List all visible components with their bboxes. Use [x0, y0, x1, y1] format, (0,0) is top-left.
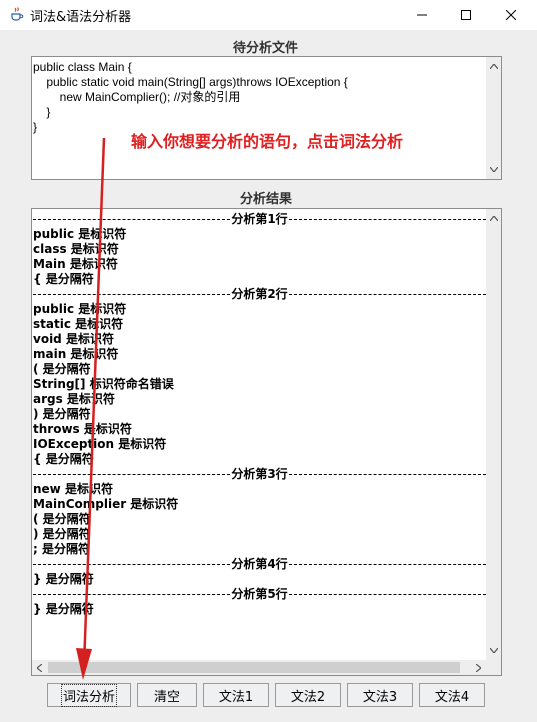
token-result-line: void 是标识符: [33, 332, 114, 346]
token-result-line: ( 是分隔符: [33, 362, 91, 376]
token-result-line: } 是分隔符: [33, 602, 94, 616]
grammar2-label: 文法2: [290, 689, 326, 705]
source-code-text[interactable]: public class Main { public static void m…: [33, 60, 485, 135]
source-code-line: public static void main(String[] args)th…: [33, 75, 348, 89]
source-code-line: public class Main {: [33, 60, 132, 74]
token-result-line: String[] 标识符命名错误: [33, 377, 174, 391]
token-result-line: class 是标识符: [33, 242, 119, 256]
scroll-down-arrow-icon[interactable]: [486, 643, 501, 658]
grammar1-label: 文法1: [218, 689, 254, 705]
close-icon: [506, 10, 516, 20]
token-result-line: ; 是分隔符: [33, 542, 90, 556]
token-result-line: { 是分隔符: [33, 272, 94, 286]
source-vertical-scrollbar[interactable]: [486, 57, 501, 179]
line-separator: 分析第5行: [33, 587, 486, 602]
token-result-line: IOException 是标识符: [33, 437, 167, 451]
token-result-line: ) 是分隔符: [33, 407, 91, 421]
source-code-line: }: [33, 105, 51, 119]
horizontal-scroll-thumb[interactable]: [48, 662, 460, 673]
token-result-line: throws 是标识符: [33, 422, 132, 436]
line-separator: 分析第2行: [33, 287, 486, 302]
source-section-label: 待分析文件: [233, 41, 299, 56]
token-result-line: ) 是分隔符: [33, 527, 91, 541]
token-result-line: Main 是标识符: [33, 257, 118, 271]
scroll-right-arrow-icon[interactable]: [471, 660, 486, 675]
line-header-label: 分析第5行: [231, 587, 288, 601]
result-vertical-scrollbar[interactable]: [486, 209, 501, 660]
line-header-label: 分析第4行: [231, 557, 288, 571]
line-header-label: 分析第1行: [231, 212, 288, 226]
maximize-icon: [461, 10, 471, 20]
grammar2-button[interactable]: 文法2: [275, 683, 341, 707]
dashed-rule: [33, 294, 231, 295]
token-result-line: { 是分隔符: [33, 452, 94, 466]
token-result-line: static 是标识符: [33, 317, 124, 331]
source-code-textarea[interactable]: public class Main { public static void m…: [31, 56, 502, 180]
scrollbar-corner: [486, 660, 501, 675]
result-lines: 分析第1行 public 是标识符 class 是标识符 Main 是标识符{ 是分隔…: [33, 212, 486, 617]
line-separator: 分析第1行: [33, 212, 486, 227]
minimize-icon: [417, 14, 427, 16]
grammar4-label: 文法4: [434, 689, 470, 705]
dashed-rule: [33, 219, 231, 220]
token-result-line: main 是标识符: [33, 347, 119, 361]
grammar3-button[interactable]: 文法3: [347, 683, 413, 707]
lexical-analysis-label: 词法分析: [60, 683, 118, 707]
java-cup-icon[interactable]: [9, 6, 25, 22]
token-result-line: public 是标识符: [33, 302, 127, 316]
clear-label: 清空: [153, 689, 180, 705]
dashed-rule: [33, 564, 231, 565]
dashed-rule: [33, 594, 231, 595]
token-result-line: ( 是分隔符: [33, 512, 91, 526]
grammar3-label: 文法3: [362, 689, 398, 705]
line-separator: 分析第4行: [33, 557, 486, 572]
window-title: 词法&语法分析器: [30, 10, 132, 25]
line-header-label: 分析第3行: [231, 467, 288, 481]
scroll-up-arrow-icon[interactable]: [486, 59, 501, 74]
token-result-line: MainComplier 是标识符: [33, 497, 179, 511]
token-result-line: args 是标识符: [33, 392, 115, 406]
grammar4-button[interactable]: 文法4: [419, 683, 485, 707]
close-button[interactable]: [488, 0, 534, 30]
result-horizontal-scrollbar[interactable]: [32, 660, 486, 675]
scroll-left-arrow-icon[interactable]: [32, 660, 47, 675]
dashed-rule: [288, 294, 486, 295]
title-bar: 词法&语法分析器: [0, 0, 537, 30]
dashed-rule: [288, 594, 486, 595]
dashed-rule: [288, 564, 486, 565]
line-header-label: 分析第2行: [231, 287, 288, 301]
maximize-button[interactable]: [443, 0, 489, 30]
source-code-line: new MainComplier(); //对象的引用: [33, 90, 241, 104]
grammar1-button[interactable]: 文法1: [203, 683, 269, 707]
line-separator: 分析第3行: [33, 467, 486, 482]
lexical-analysis-button[interactable]: 词法分析: [47, 683, 131, 707]
scroll-down-arrow-icon[interactable]: [486, 162, 501, 177]
token-result-line: new 是标识符: [33, 482, 113, 496]
dashed-rule: [288, 474, 486, 475]
clear-button[interactable]: 清空: [137, 683, 197, 707]
dashed-rule: [33, 474, 231, 475]
minimize-button[interactable]: [399, 0, 445, 30]
instruction-annotation: 输入你想要分析的语句，点击词法分析: [131, 132, 404, 151]
token-result-line: public 是标识符: [33, 227, 127, 241]
result-textarea[interactable]: 分析第1行 public 是标识符 class 是标识符 Main 是标识符{ 是分隔…: [31, 208, 502, 676]
scroll-up-arrow-icon[interactable]: [486, 211, 501, 226]
result-section-label: 分析结果: [240, 192, 293, 207]
token-result-line: } 是分隔符: [33, 572, 94, 586]
dashed-rule: [288, 219, 486, 220]
